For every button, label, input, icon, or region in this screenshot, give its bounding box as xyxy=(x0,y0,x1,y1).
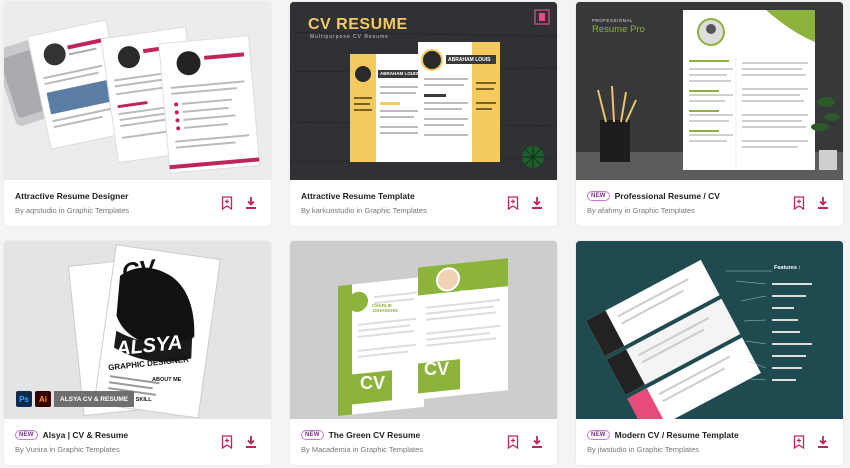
item-card[interactable]: CV ALSYA GRAPHIC DESIGNER ABOUT ME MY SK… xyxy=(4,241,271,465)
new-badge: NEW xyxy=(587,191,610,201)
thumb-headline: CV RESUME xyxy=(308,16,408,33)
thumb-headline: Resume Pro xyxy=(592,24,645,35)
item-thumbnail[interactable]: CV RESUME Multipurpose CV Resume ABRAHAM… xyxy=(290,2,557,180)
bookmark-add-icon[interactable] xyxy=(507,196,519,210)
item-card[interactable]: Features : NEW Modern CV / Resume Templa… xyxy=(576,241,843,465)
photoshop-icon: Ps xyxy=(16,391,32,407)
item-thumbnail[interactable]: CV ALSYA GRAPHIC DESIGNER ABOUT ME MY SK… xyxy=(4,241,271,419)
item-actions xyxy=(221,435,257,449)
item-card[interactable]: PROFESSIONAL Resume Pro DIANE GONZALES N… xyxy=(576,2,843,226)
bookmark-add-icon[interactable] xyxy=(221,196,233,210)
thumb-about: ABOUT ME xyxy=(152,377,182,383)
illustrator-icon: Ai xyxy=(35,391,51,407)
author-link[interactable]: Vunira xyxy=(26,445,47,454)
author-link[interactable]: Macademia xyxy=(312,445,351,454)
thumb-features-label: Features : xyxy=(774,265,801,271)
download-icon[interactable] xyxy=(817,196,829,210)
item-actions xyxy=(507,435,543,449)
download-icon[interactable] xyxy=(531,196,543,210)
category-link[interactable]: Graphic Templates xyxy=(57,445,119,454)
title-row: NEW The Green CV Resume xyxy=(301,430,420,440)
item-meta: Attractive Resume Designer By aqrstudio … xyxy=(4,180,271,226)
title-row: NEW Alsya | CV & Resume xyxy=(15,430,128,440)
new-badge: NEW xyxy=(15,430,38,440)
item-meta: NEW The Green CV Resume By Macademia in … xyxy=(290,419,557,465)
thumb-cv: CV xyxy=(424,359,450,379)
item-card[interactable]: CHARLIE JOHANSON CHARLIE JOHANSON CV CV … xyxy=(290,241,557,465)
item-byline: By jiwstudio in Graphic Templates xyxy=(587,445,700,454)
item-title[interactable]: Alsya | CV & Resume xyxy=(43,430,129,440)
item-byline: By Macademia in Graphic Templates xyxy=(301,445,424,454)
download-icon[interactable] xyxy=(817,435,829,449)
category-link[interactable]: Graphic Templates xyxy=(67,206,129,215)
title-row: Attractive Resume Template xyxy=(301,191,415,201)
category-link[interactable]: Graphic Templates xyxy=(633,206,695,215)
bookmark-add-icon[interactable] xyxy=(793,196,805,210)
thumb-name: ABRAHAM LOUIS xyxy=(448,57,491,63)
author-link[interactable]: jiwstudio xyxy=(598,445,627,454)
product-banner: ALSYA CV & RESUME xyxy=(54,391,135,407)
item-byline: By Vunira in Graphic Templates xyxy=(15,445,120,454)
title-row: Attractive Resume Designer xyxy=(15,191,128,201)
item-actions xyxy=(793,196,829,210)
thumb-kicker: PROFESSIONAL xyxy=(592,18,634,23)
results-grid: Attractive Resume Designer By aqrstudio … xyxy=(4,2,846,465)
item-actions xyxy=(793,435,829,449)
item-actions xyxy=(221,196,257,210)
thumb-name: DIANE GONZALES xyxy=(728,24,762,37)
title-row: NEW Modern CV / Resume Template xyxy=(587,430,739,440)
software-badges: Ps Ai ALSYA CV & RESUME xyxy=(16,391,135,407)
item-meta: NEW Professional Resume / CV By afahmy i… xyxy=(576,180,843,226)
new-badge: NEW xyxy=(587,430,610,440)
item-title[interactable]: Attractive Resume Designer xyxy=(15,191,128,201)
author-link[interactable]: afahmy xyxy=(598,206,623,215)
item-title[interactable]: The Green CV Resume xyxy=(329,430,421,440)
bookmark-add-icon[interactable] xyxy=(221,435,233,449)
item-meta: NEW Alsya | CV & Resume By Vunira in Gra… xyxy=(4,419,271,465)
item-actions xyxy=(507,196,543,210)
author-link[interactable]: karkunstudio xyxy=(312,206,355,215)
download-icon[interactable] xyxy=(245,196,257,210)
item-byline: By karkunstudio in Graphic Templates xyxy=(301,206,427,215)
thumb-cv: CV xyxy=(360,373,386,393)
item-title[interactable]: Modern CV / Resume Template xyxy=(615,430,739,440)
category-link[interactable]: Graphic Templates xyxy=(364,206,426,215)
item-thumbnail[interactable] xyxy=(4,2,271,180)
item-title[interactable]: Attractive Resume Template xyxy=(301,191,415,201)
thumb-name: ABRAHAM LOUIS xyxy=(380,71,419,76)
item-thumbnail[interactable]: Features : xyxy=(576,241,843,419)
thumb-subheadline: Multipurpose CV Resume xyxy=(310,34,389,40)
category-link[interactable]: Graphic Templates xyxy=(637,445,699,454)
download-icon[interactable] xyxy=(531,435,543,449)
category-link[interactable]: Graphic Templates xyxy=(361,445,423,454)
title-row: NEW Professional Resume / CV xyxy=(587,191,720,201)
thumb-name: CHARLIE JOHANSON xyxy=(372,303,398,313)
item-card[interactable]: Attractive Resume Designer By aqrstudio … xyxy=(4,2,271,226)
item-title[interactable]: Professional Resume / CV xyxy=(615,191,720,201)
new-badge: NEW xyxy=(301,430,324,440)
item-byline: By aqrstudio in Graphic Templates xyxy=(15,206,130,215)
item-thumbnail[interactable]: CHARLIE JOHANSON CHARLIE JOHANSON CV CV xyxy=(290,241,557,419)
item-meta: NEW Modern CV / Resume Template By jiwst… xyxy=(576,419,843,465)
item-meta: Attractive Resume Template By karkunstud… xyxy=(290,180,557,226)
item-thumbnail[interactable]: PROFESSIONAL Resume Pro DIANE GONZALES xyxy=(576,2,843,180)
author-link[interactable]: aqrstudio xyxy=(26,206,57,215)
download-icon[interactable] xyxy=(245,435,257,449)
item-card[interactable]: CV RESUME Multipurpose CV Resume ABRAHAM… xyxy=(290,2,557,226)
bookmark-add-icon[interactable] xyxy=(793,435,805,449)
item-byline: By afahmy in Graphic Templates xyxy=(587,206,695,215)
thumb-name: CHARLIE JOHANSON xyxy=(460,289,486,299)
bookmark-add-icon[interactable] xyxy=(507,435,519,449)
thumb-cv: CV xyxy=(120,254,157,287)
